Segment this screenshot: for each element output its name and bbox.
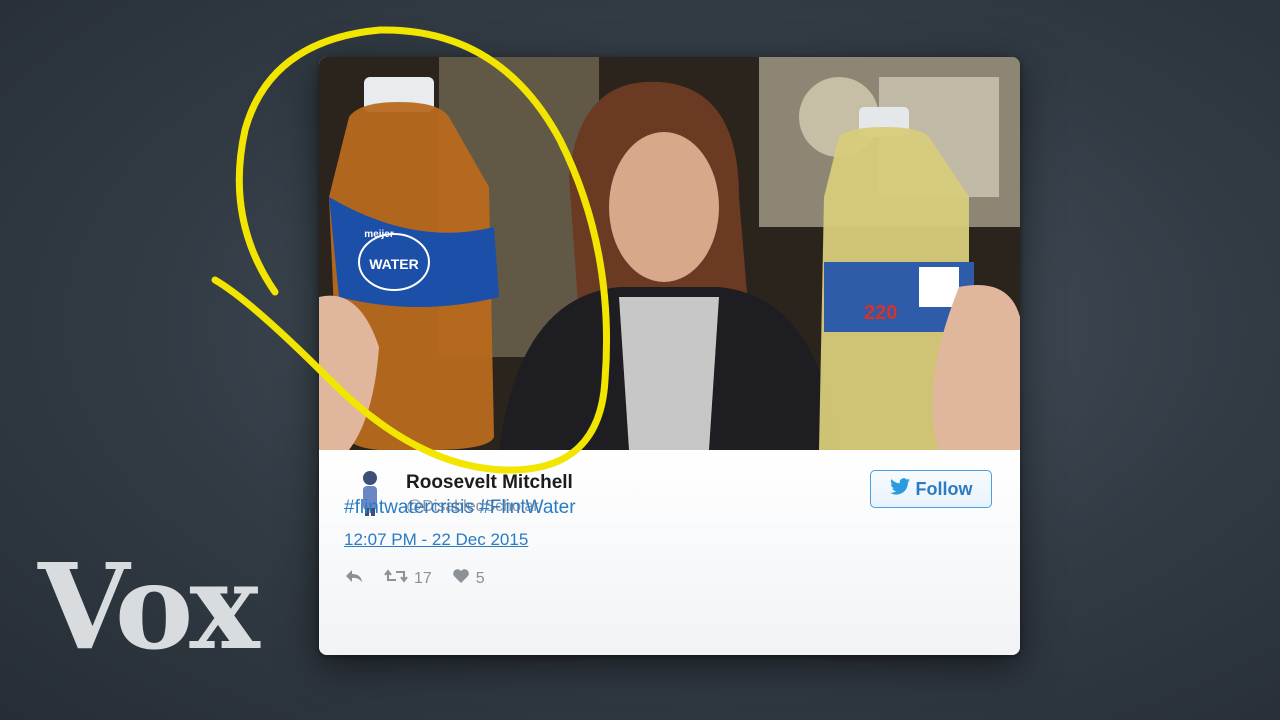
tweet-timestamp[interactable]: 12:07 PM - 22 Dec 2015 bbox=[344, 530, 528, 550]
tweet-actions: 17 5 bbox=[344, 568, 485, 589]
reply-button[interactable] bbox=[344, 568, 364, 589]
follow-button[interactable]: Follow bbox=[870, 470, 992, 508]
author-name[interactable]: Roosevelt Mitchell bbox=[406, 472, 573, 494]
vox-logo: Vox bbox=[38, 537, 260, 676]
twitter-bird-icon bbox=[889, 478, 910, 500]
tweet-card: WATER meijer 220 Roosevelt Mitchell @Dis… bbox=[319, 57, 1020, 655]
retweet-icon bbox=[384, 568, 408, 589]
like-button[interactable]: 5 bbox=[452, 568, 485, 589]
heart-icon bbox=[452, 568, 470, 589]
photo-illustration: WATER meijer 220 bbox=[319, 57, 1020, 450]
reply-icon bbox=[344, 568, 364, 589]
svg-text:WATER: WATER bbox=[369, 256, 419, 272]
retweet-count: 17 bbox=[414, 569, 432, 587]
tweet-body: Roosevelt Mitchell @DisabledScholar Foll… bbox=[319, 450, 1020, 655]
retweet-button[interactable]: 17 bbox=[384, 568, 432, 589]
follow-label: Follow bbox=[915, 478, 973, 499]
tweet-photo[interactable]: WATER meijer 220 bbox=[319, 57, 1020, 450]
svg-text:meijer: meijer bbox=[364, 229, 394, 240]
svg-text:220: 220 bbox=[864, 302, 897, 324]
like-count: 5 bbox=[475, 569, 485, 587]
tweet-text[interactable]: #flintwatercrisis #FlintWater bbox=[344, 497, 576, 519]
